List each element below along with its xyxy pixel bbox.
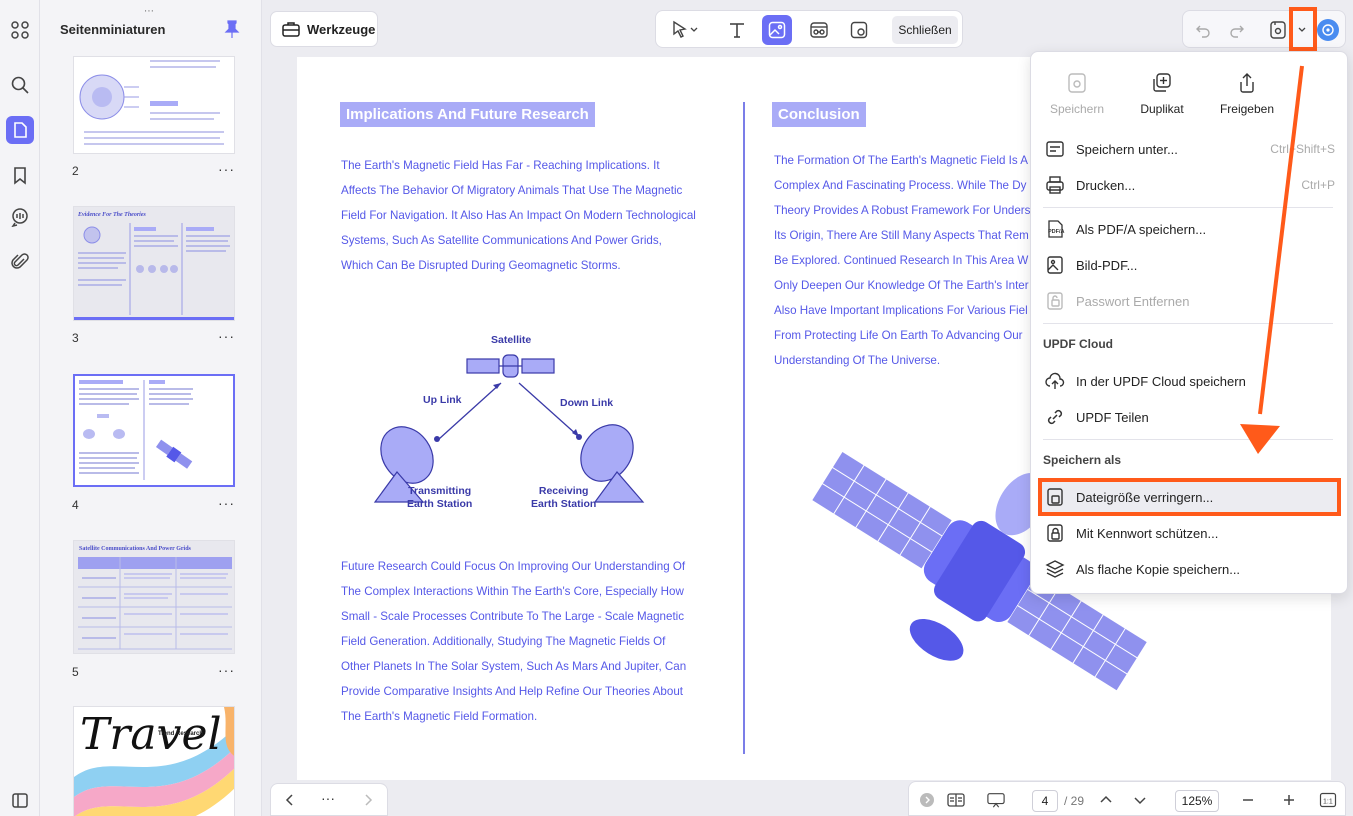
redo-icon[interactable] bbox=[1229, 22, 1245, 38]
thumbnail-page-6[interactable]: Travel Trend Research bbox=[73, 706, 235, 816]
thumbnail-page-5[interactable]: Satellite Communications And Power Grids bbox=[73, 540, 235, 654]
column-divider bbox=[743, 102, 745, 754]
more-options-icon[interactable]: ··· bbox=[321, 790, 335, 806]
image-pdf-icon bbox=[1044, 254, 1066, 276]
more-options-icon[interactable]: ··· bbox=[218, 328, 235, 344]
thumbnail-panel: ⋯ Seitenminiaturen 2 ··· Evidence For Th… bbox=[40, 0, 262, 816]
page-number: 4 bbox=[72, 498, 79, 512]
flatten-layers-icon bbox=[1044, 558, 1066, 580]
edit-mode-bar: Schließen bbox=[655, 10, 963, 48]
paragraph-conclusion: The Formation Of The Earth's Magnetic Fi… bbox=[774, 154, 1031, 367]
page-number: 5 bbox=[72, 665, 79, 679]
thumbnail-page-2[interactable] bbox=[73, 56, 235, 154]
bottom-view-bar: 4 / 29 125% 1:1 bbox=[908, 781, 1346, 816]
save-as-icon bbox=[1044, 138, 1066, 160]
more-options-icon[interactable]: ··· bbox=[218, 495, 235, 511]
chevron-up-icon[interactable] bbox=[1097, 791, 1115, 809]
more-options-icon[interactable]: ··· bbox=[218, 662, 235, 678]
label-satellite: Satellite bbox=[491, 334, 532, 346]
collapse-icon[interactable] bbox=[918, 791, 936, 809]
label-transmitting-station: Transmitting Earth Station bbox=[407, 485, 473, 510]
section-heading-conclusion: Conclusion bbox=[772, 102, 866, 127]
duplicate-action[interactable]: Duplikat bbox=[1122, 72, 1202, 116]
shape-tool-button[interactable] bbox=[844, 15, 874, 45]
reading-mode-icon[interactable] bbox=[947, 791, 965, 809]
duplicate-icon bbox=[1153, 73, 1171, 92]
thumbnail-page-4[interactable] bbox=[73, 374, 235, 487]
image-icon bbox=[768, 21, 786, 39]
layers-icon[interactable] bbox=[6, 786, 34, 814]
save-icon bbox=[1068, 73, 1086, 93]
section-updf-cloud: UPDF Cloud bbox=[1043, 337, 1113, 351]
select-tool-button[interactable] bbox=[664, 15, 706, 45]
printer-icon bbox=[1044, 174, 1066, 196]
menu-flatten-copy[interactable]: Als flache Kopie speichern... bbox=[1041, 553, 1339, 585]
attachment-icon[interactable] bbox=[6, 248, 34, 276]
chevron-right-icon[interactable] bbox=[361, 793, 375, 807]
text-icon bbox=[730, 23, 744, 38]
save-icon[interactable] bbox=[1269, 20, 1287, 40]
actual-size-icon[interactable]: 1:1 bbox=[1319, 791, 1337, 809]
page-number: 3 bbox=[72, 331, 79, 345]
svg-text:1:1: 1:1 bbox=[1323, 799, 1333, 806]
menu-password-protect[interactable]: Mit Kennwort schützen... bbox=[1041, 517, 1339, 549]
undo-icon[interactable] bbox=[1195, 22, 1211, 38]
document-actions-bar bbox=[1182, 10, 1346, 48]
ai-assistant-icon[interactable] bbox=[1317, 19, 1339, 41]
close-edit-button[interactable]: Schließen bbox=[892, 16, 958, 44]
bookmark-icon[interactable] bbox=[6, 161, 34, 189]
zoom-out-icon[interactable] bbox=[1239, 791, 1257, 809]
tools-label: Werkzeuge bbox=[307, 21, 376, 37]
drag-handle[interactable]: ⋯ bbox=[144, 6, 155, 17]
thumbnails-icon[interactable] bbox=[6, 116, 34, 144]
paragraph-future-research: Future Research Could Focus On Improving… bbox=[341, 560, 687, 723]
page-total: / 29 bbox=[1064, 794, 1085, 808]
svg-text:PDF/A: PDF/A bbox=[1048, 229, 1065, 235]
chevron-down-icon[interactable] bbox=[1131, 791, 1149, 809]
cursor-icon bbox=[673, 20, 698, 38]
image-tool-button[interactable] bbox=[762, 15, 792, 45]
unlock-icon bbox=[1044, 290, 1066, 312]
zoom-in-icon[interactable] bbox=[1280, 791, 1298, 809]
page-number-input[interactable]: 4 bbox=[1032, 790, 1058, 812]
save-action[interactable]: Speichern bbox=[1037, 72, 1117, 116]
link-tool-button[interactable] bbox=[804, 15, 834, 45]
chevron-left-icon[interactable] bbox=[283, 793, 297, 807]
panel-title: Seitenminiaturen bbox=[60, 22, 166, 37]
pdfa-icon: PDF/A bbox=[1044, 218, 1066, 240]
label-uplink: Up Link bbox=[423, 394, 462, 406]
menu-item-highlight bbox=[1038, 478, 1341, 516]
comment-icon[interactable] bbox=[6, 203, 34, 231]
bottom-nav-left: ··· bbox=[270, 783, 388, 816]
search-icon[interactable] bbox=[6, 71, 34, 99]
paragraph-implications: The Earth's Magnetic Field Has Far - Rea… bbox=[341, 159, 696, 272]
dropdown-highlight bbox=[1289, 7, 1317, 51]
thumbnail-page-3[interactable]: Evidence For The Theories bbox=[73, 206, 235, 321]
annotation-arrow bbox=[1240, 65, 1304, 454]
tools-button[interactable]: Werkzeuge bbox=[270, 11, 378, 47]
cloud-upload-icon bbox=[1044, 370, 1066, 392]
travel-subtitle: Trend Research bbox=[158, 731, 204, 737]
toolbox-icon bbox=[282, 22, 300, 37]
label-downlink: Down Link bbox=[560, 397, 614, 409]
link-icon bbox=[1044, 406, 1066, 428]
more-options-icon[interactable]: ··· bbox=[218, 161, 235, 177]
zoom-level[interactable]: 125% bbox=[1175, 790, 1219, 812]
section-save-as: Speichern als bbox=[1043, 453, 1122, 467]
page-number: 2 bbox=[72, 164, 79, 178]
shape-icon bbox=[850, 21, 868, 39]
link-box-icon bbox=[810, 22, 828, 38]
left-rail bbox=[0, 0, 40, 816]
pin-icon[interactable] bbox=[224, 20, 240, 38]
apps-grid-icon[interactable] bbox=[6, 16, 34, 44]
label-receiving-station: Receiving Earth Station bbox=[531, 485, 597, 510]
lock-icon bbox=[1044, 522, 1066, 544]
text-tool-button[interactable] bbox=[722, 15, 752, 45]
section-heading-implications: Implications And Future Research bbox=[340, 102, 595, 127]
presentation-icon[interactable] bbox=[987, 791, 1005, 809]
